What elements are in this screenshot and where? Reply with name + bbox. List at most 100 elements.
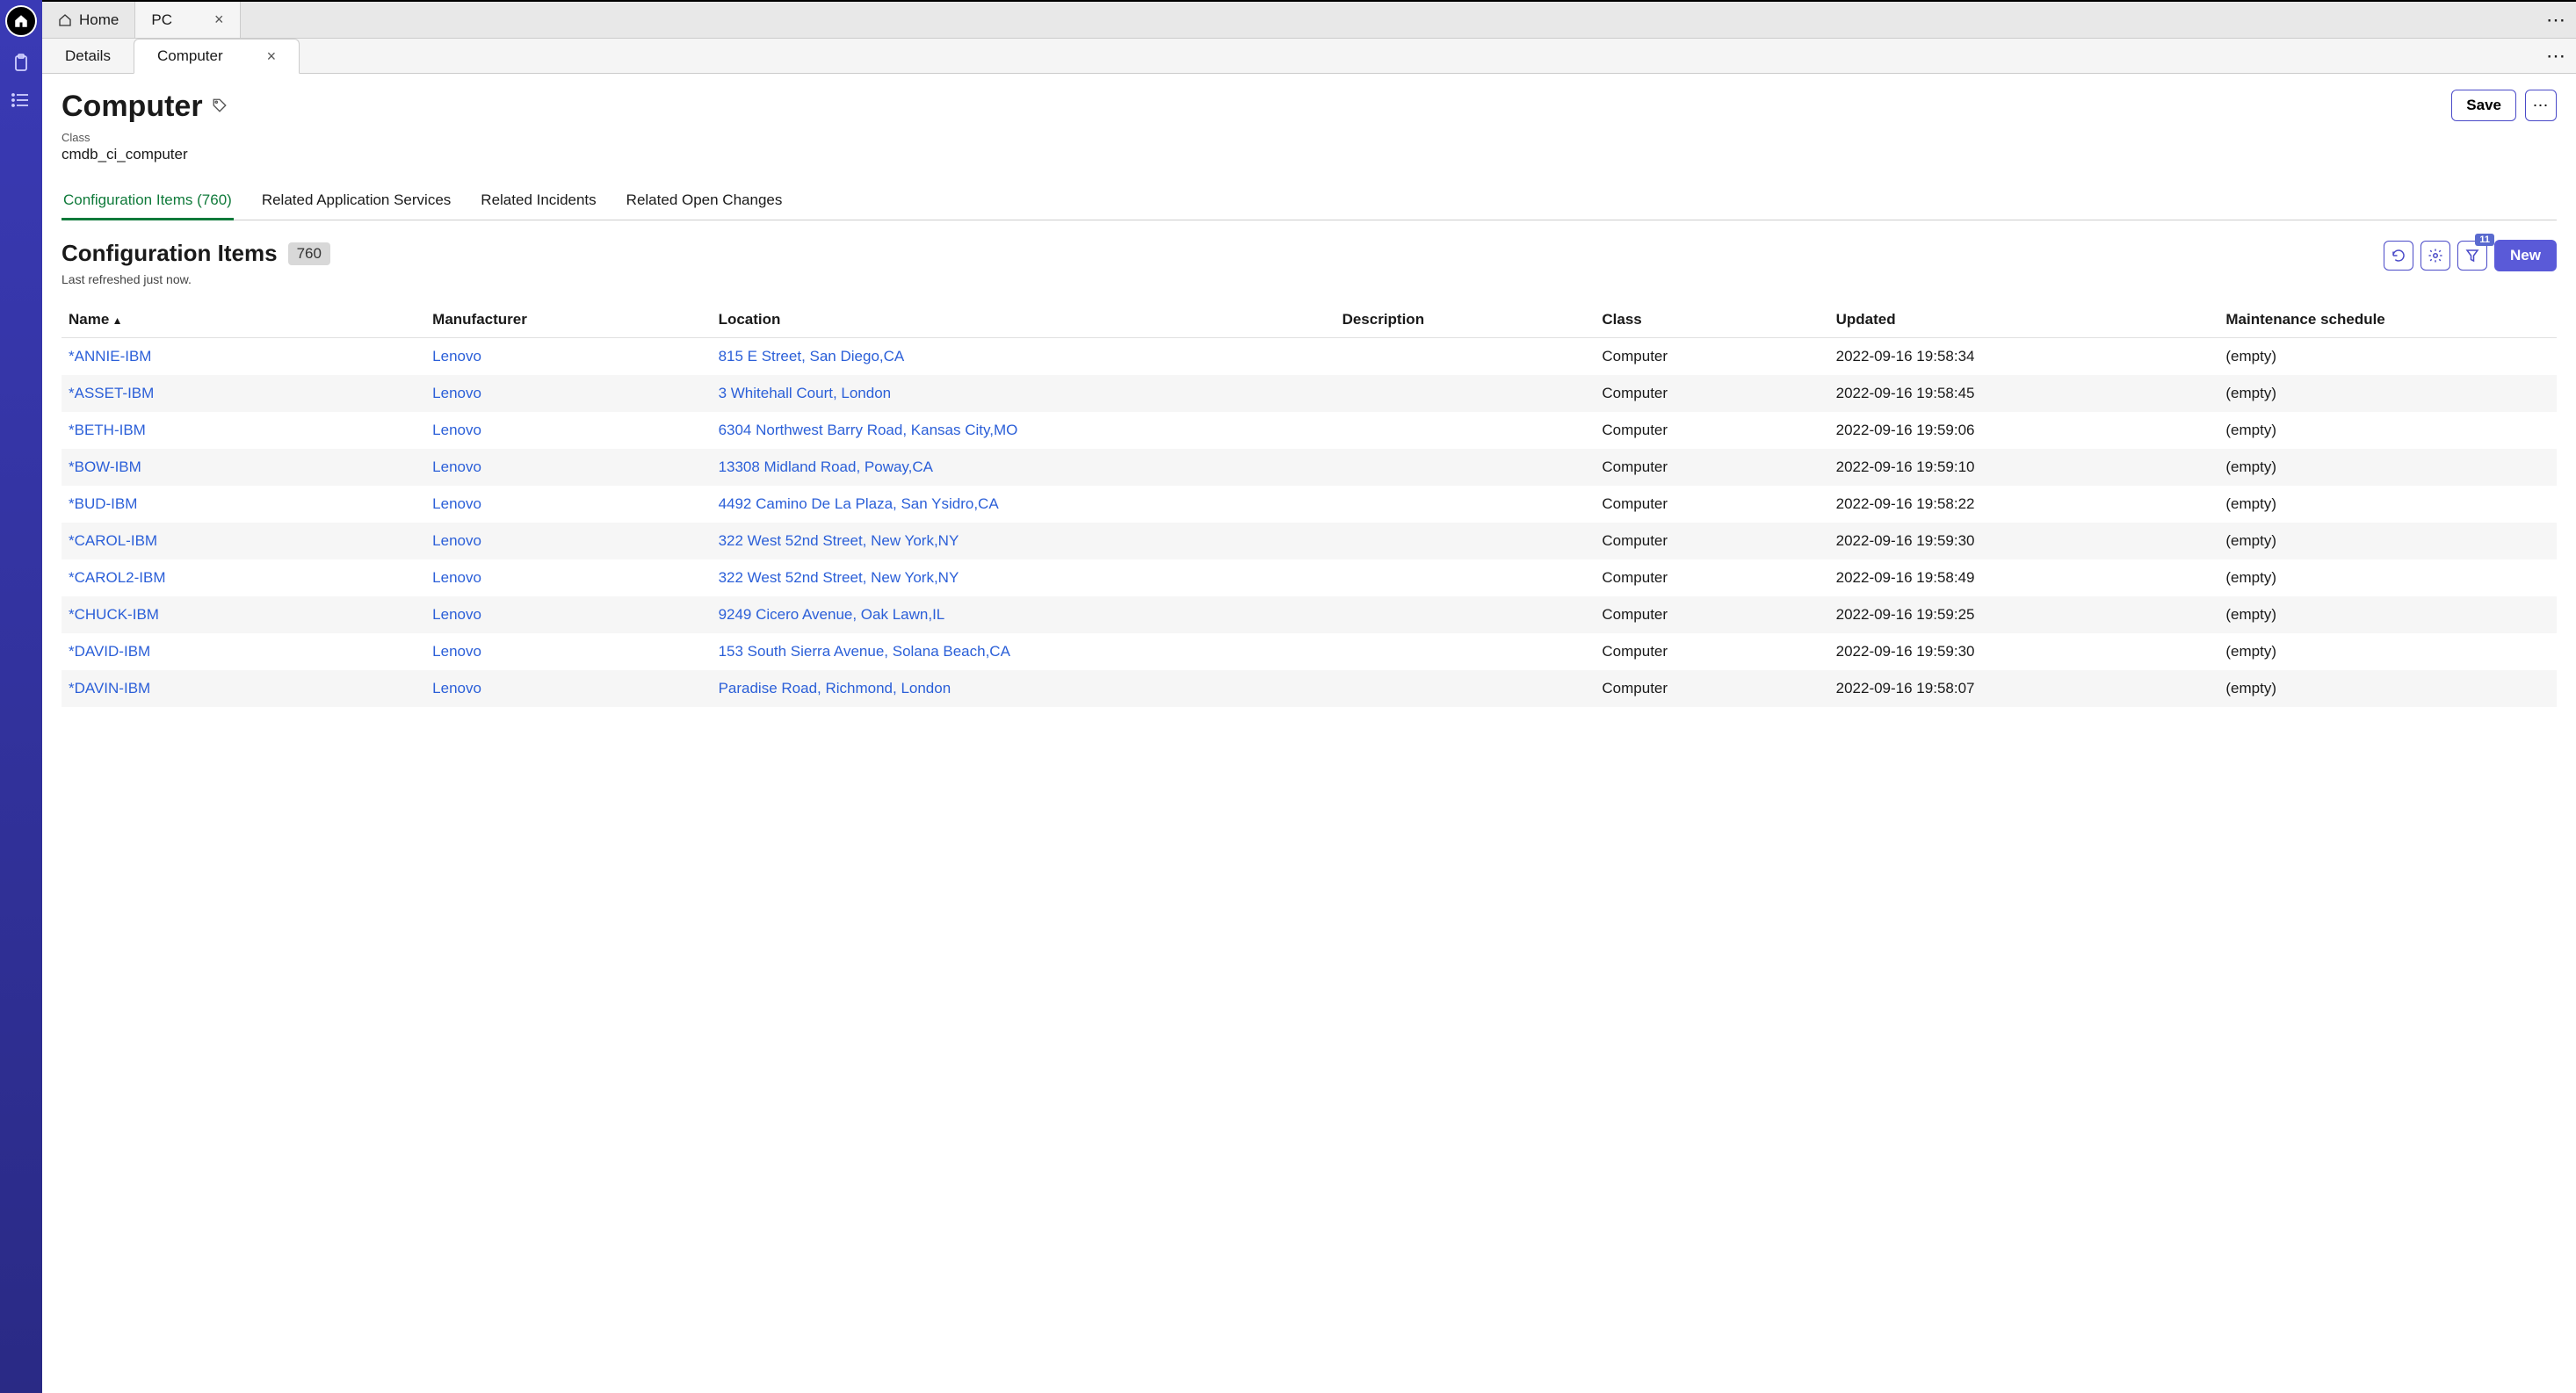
column-header-manufacturer[interactable]: Manufacturer bbox=[425, 302, 711, 338]
cell-name[interactable]: *BOW-IBM bbox=[62, 449, 425, 486]
cell-location[interactable]: 815 E Street, San Diego,CA bbox=[712, 338, 1335, 376]
column-header-name[interactable]: Name bbox=[62, 302, 425, 338]
cell-name[interactable]: *CAROL-IBM bbox=[62, 523, 425, 559]
record-tab-related-open-changes[interactable]: Related Open Changes bbox=[625, 184, 785, 220]
cell-manufacturer[interactable]: Lenovo bbox=[425, 412, 711, 449]
sub-tab-details[interactable]: Details bbox=[42, 39, 134, 73]
record-tab-related-incidents[interactable]: Related Incidents bbox=[479, 184, 597, 220]
tag-icon[interactable] bbox=[212, 97, 228, 116]
cell-maintenance: (empty) bbox=[2218, 449, 2557, 486]
top-tab-more-button[interactable]: ⋯ bbox=[2546, 9, 2567, 32]
record-tab-configuration-items[interactable]: Configuration Items (760) bbox=[62, 184, 234, 220]
cell-name[interactable]: *CHUCK-IBM bbox=[62, 596, 425, 633]
home-icon bbox=[13, 13, 29, 29]
cell-name[interactable]: *BUD-IBM bbox=[62, 486, 425, 523]
cell-location[interactable]: 4492 Camino De La Plaza, San Ysidro,CA bbox=[712, 486, 1335, 523]
table-row[interactable]: *CHUCK-IBMLenovo9249 Cicero Avenue, Oak … bbox=[62, 596, 2557, 633]
cell-location[interactable]: 13308 Midland Road, Poway,CA bbox=[712, 449, 1335, 486]
cell-description bbox=[1335, 670, 1596, 707]
cell-location[interactable]: Paradise Road, Richmond, London bbox=[712, 670, 1335, 707]
home-icon bbox=[58, 13, 72, 27]
column-header-description[interactable]: Description bbox=[1335, 302, 1596, 338]
cell-maintenance: (empty) bbox=[2218, 596, 2557, 633]
cell-location[interactable]: 153 South Sierra Avenue, Solana Beach,CA bbox=[712, 633, 1335, 670]
column-header-location[interactable]: Location bbox=[712, 302, 1335, 338]
cell-maintenance: (empty) bbox=[2218, 486, 2557, 523]
cell-class: Computer bbox=[1595, 559, 1828, 596]
column-header-maintenance[interactable]: Maintenance schedule bbox=[2218, 302, 2557, 338]
close-icon[interactable]: × bbox=[214, 11, 224, 29]
cell-name[interactable]: *DAVIN-IBM bbox=[62, 670, 425, 707]
class-label: Class bbox=[62, 131, 228, 144]
cell-updated: 2022-09-16 19:59:30 bbox=[1829, 633, 2219, 670]
settings-button[interactable] bbox=[2420, 241, 2450, 271]
cell-manufacturer[interactable]: Lenovo bbox=[425, 559, 711, 596]
cell-class: Computer bbox=[1595, 523, 1828, 559]
cell-location[interactable]: 6304 Northwest Barry Road, Kansas City,M… bbox=[712, 412, 1335, 449]
filter-icon bbox=[2464, 248, 2480, 263]
cell-name[interactable]: *BETH-IBM bbox=[62, 412, 425, 449]
cell-updated: 2022-09-16 19:59:25 bbox=[1829, 596, 2219, 633]
table-row[interactable]: *ANNIE-IBMLenovo815 E Street, San Diego,… bbox=[62, 338, 2557, 376]
cell-manufacturer[interactable]: Lenovo bbox=[425, 523, 711, 559]
cell-updated: 2022-09-16 19:58:22 bbox=[1829, 486, 2219, 523]
sub-tab-more-button[interactable]: ⋯ bbox=[2546, 45, 2567, 68]
cell-name[interactable]: *ASSET-IBM bbox=[62, 375, 425, 412]
cell-location[interactable]: 3 Whitehall Court, London bbox=[712, 375, 1335, 412]
table-row[interactable]: *BETH-IBMLenovo6304 Northwest Barry Road… bbox=[62, 412, 2557, 449]
cell-manufacturer[interactable]: Lenovo bbox=[425, 633, 711, 670]
record-tab-related-app-services[interactable]: Related Application Services bbox=[260, 184, 452, 220]
cell-class: Computer bbox=[1595, 670, 1828, 707]
sub-tab-computer[interactable]: Computer × bbox=[134, 39, 300, 74]
cell-updated: 2022-09-16 19:58:45 bbox=[1829, 375, 2219, 412]
list-title: Configuration Items bbox=[62, 240, 278, 267]
nav-list-button[interactable] bbox=[11, 90, 32, 111]
cell-class: Computer bbox=[1595, 486, 1828, 523]
cell-location[interactable]: 322 West 52nd Street, New York,NY bbox=[712, 559, 1335, 596]
sub-tab-label: Computer bbox=[157, 47, 223, 65]
cell-location[interactable]: 9249 Cicero Avenue, Oak Lawn,IL bbox=[712, 596, 1335, 633]
list-icon bbox=[11, 90, 32, 111]
gear-icon bbox=[2428, 248, 2443, 263]
cell-manufacturer[interactable]: Lenovo bbox=[425, 670, 711, 707]
nav-clipboard-button[interactable] bbox=[11, 53, 32, 74]
cell-class: Computer bbox=[1595, 633, 1828, 670]
class-value: cmdb_ci_computer bbox=[62, 146, 228, 163]
cell-name[interactable]: *DAVID-IBM bbox=[62, 633, 425, 670]
cell-manufacturer[interactable]: Lenovo bbox=[425, 338, 711, 376]
filter-count-badge: 11 bbox=[2475, 234, 2494, 246]
cell-location[interactable]: 322 West 52nd Street, New York,NY bbox=[712, 523, 1335, 559]
top-tab-home[interactable]: Home bbox=[42, 2, 135, 38]
cell-manufacturer[interactable]: Lenovo bbox=[425, 596, 711, 633]
cell-name[interactable]: *CAROL2-IBM bbox=[62, 559, 425, 596]
table-row[interactable]: *ASSET-IBMLenovo3 Whitehall Court, Londo… bbox=[62, 375, 2557, 412]
new-button[interactable]: New bbox=[2494, 240, 2557, 271]
cell-name[interactable]: *ANNIE-IBM bbox=[62, 338, 425, 376]
configuration-items-table: Name Manufacturer Location Description C… bbox=[62, 302, 2557, 707]
cell-manufacturer[interactable]: Lenovo bbox=[425, 449, 711, 486]
refresh-icon bbox=[2391, 248, 2406, 263]
cell-maintenance: (empty) bbox=[2218, 375, 2557, 412]
table-row[interactable]: *DAVIN-IBMLenovoParadise Road, Richmond,… bbox=[62, 670, 2557, 707]
top-tab-pc[interactable]: PC × bbox=[135, 2, 240, 38]
table-row[interactable]: *BOW-IBMLenovo13308 Midland Road, Poway,… bbox=[62, 449, 2557, 486]
cell-manufacturer[interactable]: Lenovo bbox=[425, 375, 711, 412]
table-row[interactable]: *CAROL-IBMLenovo322 West 52nd Street, Ne… bbox=[62, 523, 2557, 559]
cell-description bbox=[1335, 486, 1596, 523]
cell-description bbox=[1335, 596, 1596, 633]
cell-maintenance: (empty) bbox=[2218, 559, 2557, 596]
column-header-updated[interactable]: Updated bbox=[1829, 302, 2219, 338]
cell-description bbox=[1335, 633, 1596, 670]
refresh-button[interactable] bbox=[2384, 241, 2413, 271]
table-row[interactable]: *BUD-IBMLenovo4492 Camino De La Plaza, S… bbox=[62, 486, 2557, 523]
table-row[interactable]: *CAROL2-IBMLenovo322 West 52nd Street, N… bbox=[62, 559, 2557, 596]
more-actions-button[interactable]: ⋯ bbox=[2525, 90, 2557, 121]
nav-home-button[interactable] bbox=[5, 5, 37, 37]
column-header-class[interactable]: Class bbox=[1595, 302, 1828, 338]
filter-button[interactable]: 11 bbox=[2457, 241, 2487, 271]
table-row[interactable]: *DAVID-IBMLenovo153 South Sierra Avenue,… bbox=[62, 633, 2557, 670]
cell-manufacturer[interactable]: Lenovo bbox=[425, 486, 711, 523]
close-icon[interactable]: × bbox=[267, 47, 277, 66]
save-button[interactable]: Save bbox=[2451, 90, 2516, 121]
nav-rail bbox=[0, 0, 42, 1393]
